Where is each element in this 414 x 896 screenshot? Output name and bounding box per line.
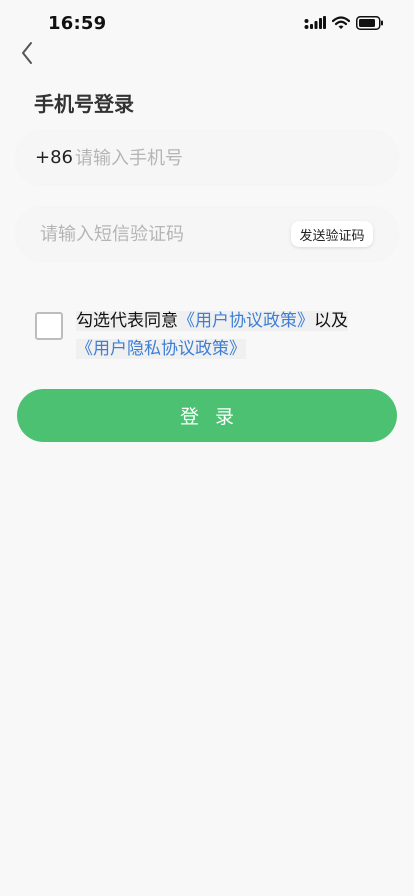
agreement-connector: 以及: [314, 311, 348, 331]
phone-input[interactable]: [75, 142, 375, 174]
status-time: 16:59: [48, 13, 107, 34]
signal-icon: [304, 15, 326, 34]
agreement-text: 勾选代表同意《用户协议政策》以及《用户隐私协议政策》: [76, 307, 386, 363]
back-button[interactable]: [12, 40, 42, 70]
country-code: +86: [35, 147, 73, 168]
phone-field: +86: [17, 132, 397, 184]
chevron-left-icon: [20, 41, 34, 69]
privacy-policy-link[interactable]: 《用户隐私协议政策》: [76, 339, 246, 359]
agreement-checkbox[interactable]: [35, 312, 63, 340]
battery-icon: [356, 15, 384, 34]
verification-code-input[interactable]: [40, 218, 280, 250]
send-code-button[interactable]: 发送验证码: [291, 221, 373, 247]
login-button[interactable]: 登录: [17, 389, 397, 442]
verification-code-field: 发送验证码: [17, 208, 397, 260]
status-icons: [304, 15, 384, 34]
user-agreement-link[interactable]: 《用户协议政策》: [178, 311, 314, 331]
wifi-icon: [331, 15, 351, 34]
page-title: 手机号登录: [34, 92, 134, 116]
agreement-prefix: 勾选代表同意: [76, 311, 178, 331]
status-bar: 16:59: [0, 0, 414, 48]
